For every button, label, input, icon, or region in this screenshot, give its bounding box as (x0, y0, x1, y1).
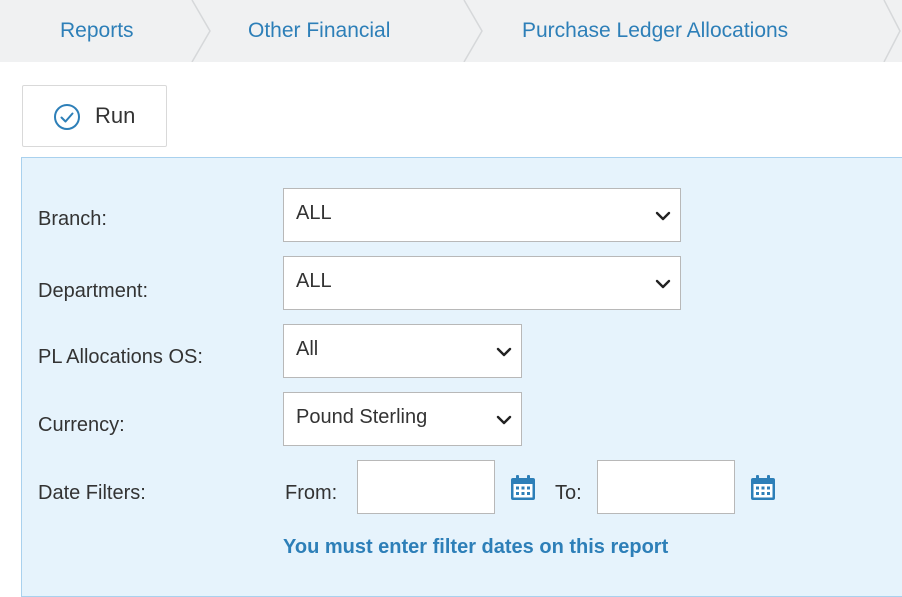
branch-label: Branch: (38, 208, 107, 230)
currency-select-value: Pound Sterling (296, 406, 428, 428)
to-date-input[interactable] (597, 460, 735, 514)
chevron-down-icon (496, 415, 512, 425)
chevron-down-icon (496, 347, 512, 357)
from-date-input[interactable] (357, 460, 495, 514)
check-circle-icon (54, 104, 80, 130)
date-filters-label: Date Filters: (38, 482, 146, 504)
run-button[interactable]: Run (22, 85, 167, 147)
filter-dates-message: You must enter filter dates on this repo… (283, 536, 669, 558)
department-select[interactable]: ALL (283, 256, 681, 310)
branch-select[interactable]: ALL (283, 188, 681, 242)
pl-allocations-os-label: PL Allocations OS: (38, 346, 203, 368)
department-label: Department: (38, 280, 149, 302)
breadcrumb-item-other-financial[interactable]: Other Financial (248, 0, 390, 62)
breadcrumb: Reports Other Financial Purchase Ledger … (0, 0, 902, 62)
from-calendar-icon[interactable] (510, 475, 536, 501)
run-button-label: Run (95, 103, 136, 128)
breadcrumb-separator-icon (463, 0, 483, 62)
pl-allocations-os-select[interactable]: All (283, 324, 522, 378)
branch-select-value: ALL (296, 202, 332, 224)
currency-label: Currency: (38, 414, 125, 436)
from-label: From: (285, 482, 338, 504)
breadcrumb-separator-icon (883, 0, 901, 62)
breadcrumb-item-purchase-ledger-allocations[interactable]: Purchase Ledger Allocations (522, 0, 788, 62)
chevron-down-icon (655, 279, 671, 289)
to-label: To: (555, 482, 582, 504)
pl-allocations-os-select-value: All (296, 338, 319, 360)
department-select-value: ALL (296, 270, 332, 292)
currency-select[interactable]: Pound Sterling (283, 392, 522, 446)
to-calendar-icon[interactable] (750, 475, 776, 501)
breadcrumb-item-reports[interactable]: Reports (60, 0, 134, 62)
breadcrumb-separator-icon (191, 0, 211, 62)
chevron-down-icon (655, 211, 671, 221)
